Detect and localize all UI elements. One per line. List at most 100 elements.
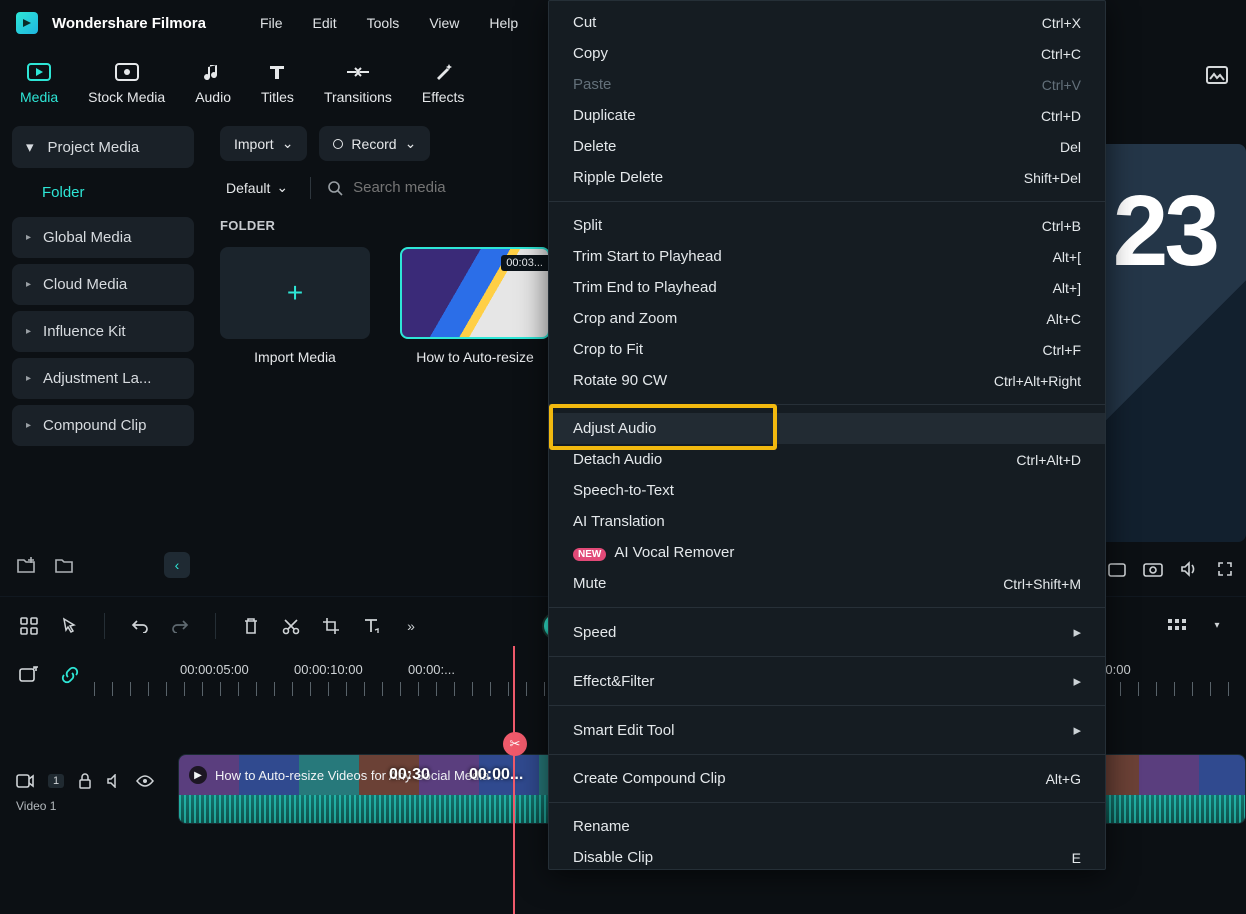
effects-icon (429, 61, 457, 83)
display-mode-icon[interactable] (1206, 66, 1228, 84)
ctx-rotate[interactable]: Rotate 90 CWCtrl+Alt+Right (549, 365, 1105, 396)
chevron-right-icon: ▸ (26, 373, 31, 384)
clip-name: How to Auto-resize Videos for Any Social… (215, 768, 504, 783)
link-icon[interactable] (60, 665, 80, 685)
ctx-disable-clip[interactable]: Disable ClipE (549, 842, 1105, 870)
tab-media[interactable]: Media (20, 61, 58, 105)
media-clip-tile[interactable]: 00:03... How to Auto-resize (400, 247, 550, 365)
app-title: Wondershare Filmora (52, 15, 206, 32)
ruler-mark: 00:00:10:00 (294, 662, 363, 677)
camera-icon[interactable] (1142, 558, 1164, 580)
tab-titles-label: Titles (261, 89, 294, 105)
tab-effects[interactable]: Effects (422, 61, 465, 105)
chevron-down-icon[interactable]: ▾ (1206, 615, 1228, 637)
menu-tools[interactable]: Tools (367, 15, 400, 31)
search-icon (327, 180, 343, 196)
ctx-trim-end[interactable]: Trim End to PlayheadAlt+] (549, 272, 1105, 303)
track-header: 1 Video 1 (12, 773, 172, 813)
menu-help[interactable]: Help (489, 15, 518, 31)
ctx-mute[interactable]: MuteCtrl+Shift+M (549, 568, 1105, 599)
sort-dropdown[interactable]: Default ⌄ (220, 175, 294, 200)
tab-effects-label: Effects (422, 89, 465, 105)
import-media-tile[interactable]: + Import Media (220, 247, 370, 365)
tab-transitions-label: Transitions (324, 89, 392, 105)
ctx-crop-fit[interactable]: Crop to FitCtrl+F (549, 334, 1105, 365)
chevron-down-icon: ⌄ (276, 179, 288, 196)
visibility-icon[interactable] (136, 775, 154, 787)
ctx-duplicate[interactable]: DuplicateCtrl+D (549, 100, 1105, 131)
ctx-trim-start[interactable]: Trim Start to PlayheadAlt+[ (549, 241, 1105, 272)
new-folder-icon[interactable] (16, 556, 36, 574)
ctx-ai-vocal-remover[interactable]: NEWAI Vocal Remover (549, 537, 1105, 568)
search-input[interactable] (353, 179, 533, 196)
track-index-badge: 1 (48, 774, 64, 788)
sidebar-folder-label: Folder (42, 184, 85, 201)
sidebar-influence-kit[interactable]: ▸ Influence Kit (12, 311, 194, 352)
fullscreen-icon[interactable] (1214, 558, 1236, 580)
menu-view[interactable]: View (429, 15, 459, 31)
sidebar-project-media[interactable]: ▾ Project Media (12, 126, 194, 168)
add-track-button[interactable] (12, 660, 46, 690)
sidebar-compound-clip[interactable]: ▸ Compound Clip (12, 405, 194, 446)
ctx-create-compound[interactable]: Create Compound ClipAlt+G (549, 763, 1105, 794)
text-icon[interactable] (360, 615, 382, 637)
sidebar-adjustment-layer[interactable]: ▸ Adjustment La... (12, 358, 194, 399)
ctx-adjust-audio[interactable]: Adjust Audio (549, 413, 1105, 444)
snapshot-icon[interactable] (1106, 558, 1128, 580)
view-mode-icon[interactable] (1166, 615, 1188, 637)
lock-icon[interactable] (78, 773, 92, 789)
volume-icon[interactable] (1178, 558, 1200, 580)
menu-edit[interactable]: Edit (313, 15, 337, 31)
chevron-right-icon: ▸ (26, 279, 31, 290)
ctx-delete[interactable]: DeleteDel (549, 131, 1105, 162)
ctx-effect-filter[interactable]: Effect&Filter▸ (549, 665, 1105, 697)
tab-transitions[interactable]: Transitions (324, 61, 392, 105)
ctx-rename[interactable]: Rename (549, 811, 1105, 842)
sidebar-global-media[interactable]: ▸ Global Media (12, 217, 194, 258)
media-icon (25, 61, 53, 83)
record-icon (333, 139, 343, 149)
tab-stock-media[interactable]: Stock Media (88, 61, 165, 105)
apps-icon[interactable] (18, 615, 40, 637)
menu-file[interactable]: File (260, 15, 283, 31)
ctx-speed[interactable]: Speed▸ (549, 616, 1105, 648)
ctx-ai-translation[interactable]: AI Translation (549, 506, 1105, 537)
tab-stock-label: Stock Media (88, 89, 165, 105)
ctx-ripple-delete[interactable]: Ripple DeleteShift+Del (549, 162, 1105, 193)
split-icon[interactable] (280, 615, 302, 637)
scissors-icon[interactable]: ✂ (503, 732, 527, 756)
crop-icon[interactable] (320, 615, 342, 637)
sidebar-global-label: Global Media (43, 229, 131, 246)
ctx-paste: PasteCtrl+V (549, 69, 1105, 100)
ctx-crop-zoom[interactable]: Crop and ZoomAlt+C (549, 303, 1105, 334)
sidebar-adjustment-label: Adjustment La... (43, 370, 151, 387)
ctx-cut[interactable]: CutCtrl+X (549, 7, 1105, 38)
redo-icon[interactable] (169, 615, 191, 637)
clip-thumbnail: 00:03... (400, 247, 550, 339)
ctx-copy[interactable]: CopyCtrl+C (549, 38, 1105, 69)
import-button[interactable]: Import ⌄ (220, 126, 307, 161)
mute-track-icon[interactable] (106, 774, 122, 788)
sidebar-cloud-media[interactable]: ▸ Cloud Media (12, 264, 194, 305)
playhead[interactable]: ✂ (505, 646, 507, 914)
tab-media-label: Media (20, 89, 58, 105)
video-track-icon[interactable] (16, 774, 34, 788)
collapse-sidebar-button[interactable]: ‹ (164, 552, 190, 578)
ctx-speech-to-text[interactable]: Speech-to-Text (549, 475, 1105, 506)
ctx-detach-audio[interactable]: Detach AudioCtrl+Alt+D (549, 444, 1105, 475)
media-sidebar: ▾ Project Media Folder ▸ Global Media ▸ … (0, 120, 206, 596)
more-tools-icon[interactable]: » (400, 615, 422, 637)
track-label: Video 1 (16, 799, 172, 813)
delete-icon[interactable] (240, 615, 262, 637)
record-button[interactable]: Record ⌄ (319, 126, 430, 161)
pointer-icon[interactable] (58, 615, 80, 637)
context-menu: CutCtrl+X CopyCtrl+C PasteCtrl+V Duplica… (548, 0, 1106, 870)
undo-icon[interactable] (129, 615, 151, 637)
ctx-smart-edit[interactable]: Smart Edit Tool▸ (549, 714, 1105, 746)
tab-titles[interactable]: Titles (261, 61, 294, 105)
folder-icon[interactable] (54, 556, 74, 574)
sidebar-footer: ‹ (12, 546, 194, 588)
sidebar-folder[interactable]: Folder (12, 174, 194, 211)
ctx-split[interactable]: SplitCtrl+B (549, 210, 1105, 241)
tab-audio[interactable]: Audio (195, 61, 231, 105)
